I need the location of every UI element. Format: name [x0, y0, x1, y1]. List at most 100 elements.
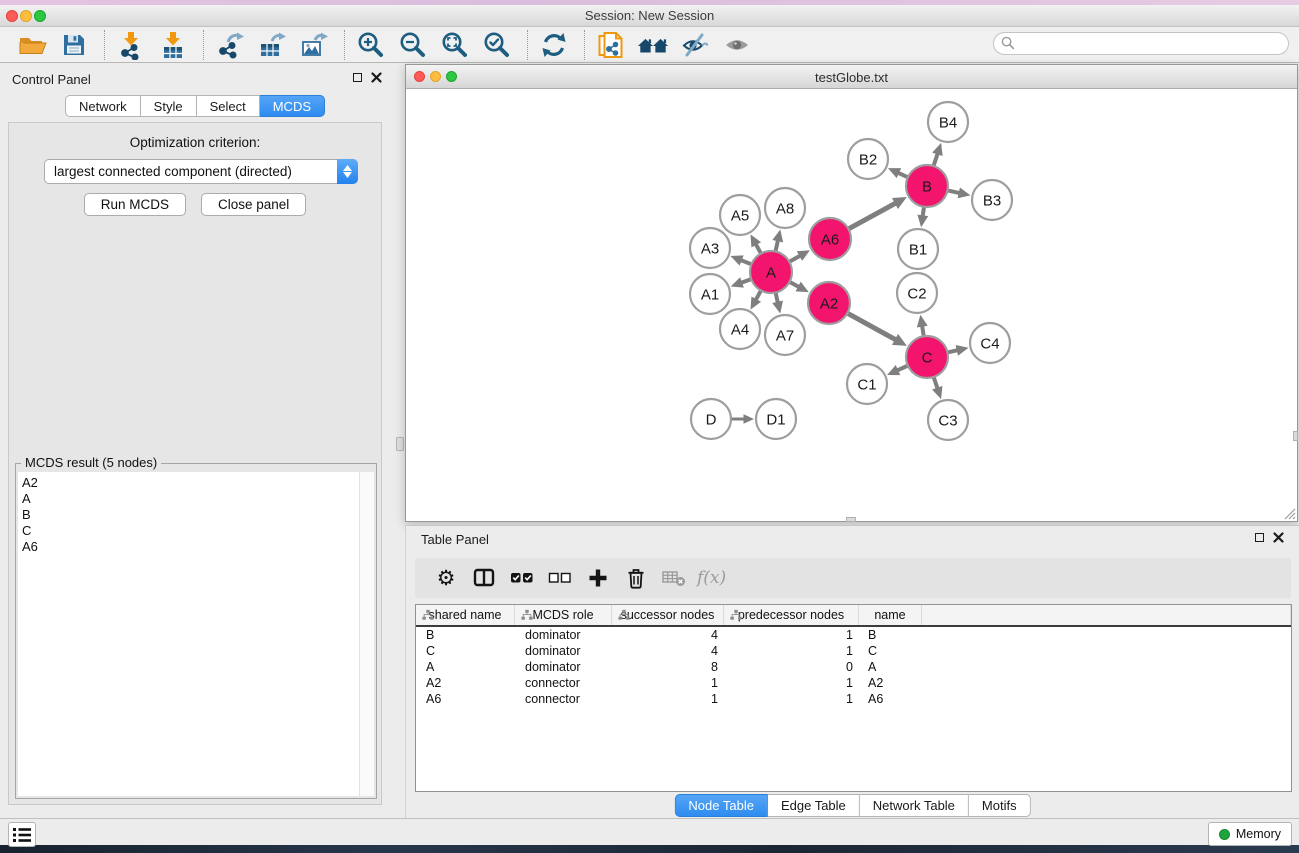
table-cell[interactable]: 4: [612, 644, 724, 658]
export-network-icon[interactable]: [214, 30, 246, 60]
graph-edge-C-C4[interactable]: [947, 345, 968, 356]
network-window-titlebar[interactable]: testGlobe.txt: [406, 65, 1297, 89]
graph-edge-B-B2[interactable]: [888, 168, 908, 178]
graph-edge-A6-B[interactable]: [848, 197, 906, 229]
window-edge-handle[interactable]: [1293, 431, 1298, 441]
column-header-predecessor-nodes[interactable]: predecessor nodes: [724, 605, 859, 625]
criterion-dropdown[interactable]: largest connected component (directed): [44, 159, 358, 184]
graph-node-A8[interactable]: A8: [765, 188, 805, 228]
graph-edge-A-A4[interactable]: [751, 290, 762, 309]
table-cell[interactable]: B: [859, 628, 922, 642]
split-pane-handle[interactable]: [396, 437, 404, 451]
graph-node-D1[interactable]: D1: [756, 399, 796, 439]
mcds-result-item[interactable]: C: [22, 523, 359, 539]
table-cell[interactable]: B: [416, 628, 515, 642]
graph-node-A6[interactable]: A6: [809, 218, 851, 260]
task-list-button[interactable]: [8, 822, 36, 847]
graph-edge-C-C1[interactable]: [887, 365, 908, 375]
graph-edge-D-D1[interactable]: [731, 414, 754, 424]
graph-node-C1[interactable]: C1: [847, 364, 887, 404]
tab-motifs[interactable]: Motifs: [969, 794, 1031, 817]
close-panel-button[interactable]: Close panel: [201, 193, 306, 216]
zoom-in-icon[interactable]: [355, 30, 387, 60]
graph-edge-A-A8[interactable]: [772, 229, 783, 251]
graph-node-B1[interactable]: B1: [898, 229, 938, 269]
table-cell[interactable]: C: [416, 644, 515, 658]
deselect-all-checkboxes-icon[interactable]: [541, 563, 579, 593]
graph-node-A5[interactable]: A5: [720, 195, 760, 235]
graph-edge-A-A6[interactable]: [789, 250, 810, 262]
export-image-icon[interactable]: [298, 30, 330, 60]
zoom-selected-icon[interactable]: [481, 30, 513, 60]
memory-button[interactable]: Memory: [1208, 822, 1292, 846]
mcds-result-list[interactable]: A2ABCA6: [18, 472, 359, 796]
zoom-out-icon[interactable]: [397, 30, 429, 60]
select-all-checkboxes-icon[interactable]: [503, 563, 541, 593]
column-header-successor-nodes[interactable]: successor nodes: [612, 605, 724, 625]
table-row[interactable]: Cdominator41C: [416, 643, 1291, 659]
graph-edge-A-A5[interactable]: [751, 234, 762, 253]
graph-node-C2[interactable]: C2: [897, 273, 937, 313]
table-cell[interactable]: 1: [612, 692, 724, 706]
table-cell[interactable]: 1: [724, 692, 859, 706]
tab-network-table[interactable]: Network Table: [860, 794, 969, 817]
column-header-name[interactable]: name: [859, 605, 922, 625]
run-mcds-button[interactable]: Run MCDS: [84, 193, 186, 216]
graph-edge-B-B1[interactable]: [917, 207, 928, 227]
table-cell[interactable]: 1: [724, 628, 859, 642]
network-canvas[interactable]: B4B2BB3A8A5A6A3B1AC2A1A2A4A7C4CC1C3DD1: [406, 90, 1297, 521]
tab-node-table[interactable]: Node Table: [674, 794, 768, 817]
float-panel-icon[interactable]: [1255, 533, 1264, 542]
table-cell[interactable]: A2: [859, 676, 922, 690]
table-cell[interactable]: 0: [724, 660, 859, 674]
float-panel-icon[interactable]: [353, 73, 362, 82]
close-panel-icon[interactable]: [1273, 532, 1284, 543]
graph-node-A1[interactable]: A1: [690, 274, 730, 314]
graph-node-D[interactable]: D: [691, 399, 731, 439]
show-all-eye-icon[interactable]: [721, 30, 753, 60]
network-graph[interactable]: B4B2BB3A8A5A6A3B1AC2A1A2A4A7C4CC1C3DD1: [406, 90, 1297, 521]
graph-edge-A-A7[interactable]: [772, 292, 783, 313]
graph-node-C4[interactable]: C4: [970, 323, 1010, 363]
add-row-icon[interactable]: [579, 563, 617, 593]
mcds-result-item[interactable]: A: [22, 491, 359, 507]
import-network-icon[interactable]: [115, 30, 147, 60]
graph-node-B4[interactable]: B4: [928, 102, 968, 142]
table-cell[interactable]: connector: [515, 676, 612, 690]
save-session-icon[interactable]: [58, 30, 90, 60]
tab-mcds[interactable]: MCDS: [260, 95, 325, 117]
graph-node-A[interactable]: A: [750, 251, 792, 293]
mcds-result-scrollbar[interactable]: [359, 472, 374, 796]
close-panel-icon[interactable]: [371, 72, 382, 83]
tab-network[interactable]: Network: [65, 95, 141, 117]
mcds-result-item[interactable]: A6: [22, 539, 359, 555]
graph-edge-C-C2[interactable]: [917, 315, 928, 337]
tab-select[interactable]: Select: [197, 95, 260, 117]
table-cell[interactable]: A6: [416, 692, 515, 706]
graph-edge-B-B4[interactable]: [932, 143, 942, 166]
graph-node-C3[interactable]: C3: [928, 400, 968, 440]
refresh-icon[interactable]: [538, 30, 570, 60]
column-header-shared-name[interactable]: shared name: [416, 605, 515, 625]
table-cell[interactable]: 4: [612, 628, 724, 642]
mcds-result-item[interactable]: A2: [22, 475, 359, 491]
graph-edge-B-B3[interactable]: [948, 187, 971, 198]
graph-edge-A-A2[interactable]: [790, 282, 809, 293]
tab-style[interactable]: Style: [141, 95, 197, 117]
table-row[interactable]: A2connector11A2: [416, 675, 1291, 691]
table-cell[interactable]: 1: [612, 676, 724, 690]
hide-selected-eye-icon[interactable]: [679, 30, 711, 60]
mcds-result-item[interactable]: B: [22, 507, 359, 523]
table-row[interactable]: Adominator80A: [416, 659, 1291, 675]
export-table-icon[interactable]: [256, 30, 288, 60]
settings-gear-icon[interactable]: ⚙: [427, 563, 465, 593]
clone-network-icon[interactable]: [595, 30, 627, 60]
graph-node-B3[interactable]: B3: [972, 180, 1012, 220]
table-cell[interactable]: 1: [724, 644, 859, 658]
table-cell[interactable]: A6: [859, 692, 922, 706]
table-cell[interactable]: dominator: [515, 660, 612, 674]
graph-edge-A-A1[interactable]: [731, 277, 752, 287]
table-cell[interactable]: dominator: [515, 644, 612, 658]
graph-node-A7[interactable]: A7: [765, 315, 805, 355]
columns-icon[interactable]: [465, 563, 503, 593]
